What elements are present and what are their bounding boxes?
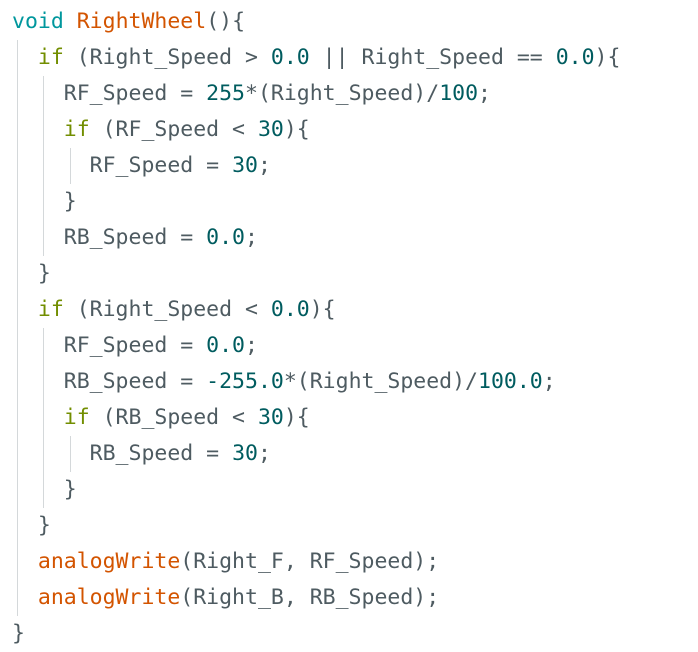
code-token: (RF_Speed < <box>89 117 258 142</box>
code-line[interactable]: } <box>12 616 620 652</box>
code-token: 0.0 <box>206 333 246 358</box>
code-token: } <box>12 261 51 286</box>
code-token: } <box>12 621 25 646</box>
code-line[interactable]: RB_Speed = 30; <box>12 436 620 472</box>
code-line[interactable]: } <box>12 472 620 508</box>
code-line[interactable]: RB_Speed = 0.0; <box>12 220 620 256</box>
code-token: -255.0 <box>206 369 284 394</box>
code-token: 30 <box>257 405 284 430</box>
code-token: if <box>37 45 64 70</box>
code-token: analogWrite <box>37 549 181 574</box>
code-token: 0.0 <box>555 45 595 70</box>
code-line[interactable]: } <box>12 256 620 292</box>
code-token: 0.0 <box>270 297 310 322</box>
code-token: ; <box>245 225 258 250</box>
code-token: || Right_Speed == <box>309 45 556 70</box>
code-token: ){ <box>283 405 310 430</box>
code-token: ){ <box>283 117 310 142</box>
code-token: ){ <box>594 45 621 70</box>
code-line[interactable]: analogWrite(Right_F, RF_Speed); <box>12 544 620 580</box>
code-token: 100 <box>439 81 479 106</box>
code-token: 30 <box>257 117 284 142</box>
code-token: ; <box>478 81 491 106</box>
code-token: } <box>12 513 51 538</box>
code-token: RightWheel <box>76 9 207 34</box>
code-token: analogWrite <box>37 585 181 610</box>
code-token: (Right_B, RB_Speed); <box>180 585 440 610</box>
code-token: 30 <box>232 153 258 178</box>
code-token: ){ <box>309 297 336 322</box>
code-line[interactable]: RF_Speed = 255*(Right_Speed)/100; <box>12 76 620 112</box>
code-editor[interactable]: void RightWheel(){ if (Right_Speed > 0.0… <box>0 0 698 652</box>
code-line[interactable]: if (Right_Speed < 0.0){ <box>12 292 620 328</box>
code-token: } <box>12 189 77 214</box>
code-token: RF_Speed = <box>12 81 207 106</box>
code-line[interactable]: if (RB_Speed < 30){ <box>12 400 620 436</box>
code-token: if <box>63 405 90 430</box>
code-line[interactable]: analogWrite(Right_B, RB_Speed); <box>12 580 620 616</box>
code-token: (Right_Speed < <box>63 297 271 322</box>
code-token: RF_Speed = <box>12 333 207 358</box>
code-token: (Right_Speed > <box>63 45 271 70</box>
code-token: if <box>37 297 64 322</box>
code-token: if <box>63 117 90 142</box>
code-token: ; <box>245 333 258 358</box>
code-token: RF_Speed = <box>12 153 233 178</box>
code-token: 255 <box>206 81 246 106</box>
code-line[interactable]: if (Right_Speed > 0.0 || Right_Speed == … <box>12 40 621 76</box>
code-token: } <box>12 477 77 502</box>
code-token: 0.0 <box>270 45 310 70</box>
code-block[interactable]: void RightWheel(){ if (Right_Speed > 0.0… <box>12 4 620 652</box>
code-line[interactable]: } <box>12 508 620 544</box>
code-line[interactable]: } <box>12 184 620 220</box>
code-line[interactable]: RF_Speed = 0.0; <box>12 328 620 364</box>
code-line[interactable]: void RightWheel(){ <box>12 4 620 40</box>
code-token: 0.0 <box>206 225 246 250</box>
code-token: RB_Speed = <box>12 369 207 394</box>
code-token: (){ <box>206 9 246 34</box>
code-line[interactable]: RB_Speed = -255.0*(Right_Speed)/100.0; <box>12 364 620 400</box>
code-token: *(Right_Speed)/ <box>245 81 440 106</box>
code-line[interactable]: RF_Speed = 30; <box>12 148 620 184</box>
code-token: void <box>12 9 64 34</box>
code-token: ; <box>257 153 271 178</box>
code-token: *(Right_Speed)/ <box>283 369 479 394</box>
code-token: ; <box>542 369 556 394</box>
code-token: (RB_Speed < <box>89 405 258 430</box>
code-token: 100.0 <box>478 369 543 394</box>
code-line[interactable]: if (RF_Speed < 30){ <box>12 112 620 148</box>
code-token: (Right_F, RF_Speed); <box>180 549 440 574</box>
code-token: 30 <box>232 441 258 466</box>
code-token: RB_Speed = <box>12 441 233 466</box>
code-token: RB_Speed = <box>12 225 207 250</box>
code-token: ; <box>257 441 271 466</box>
